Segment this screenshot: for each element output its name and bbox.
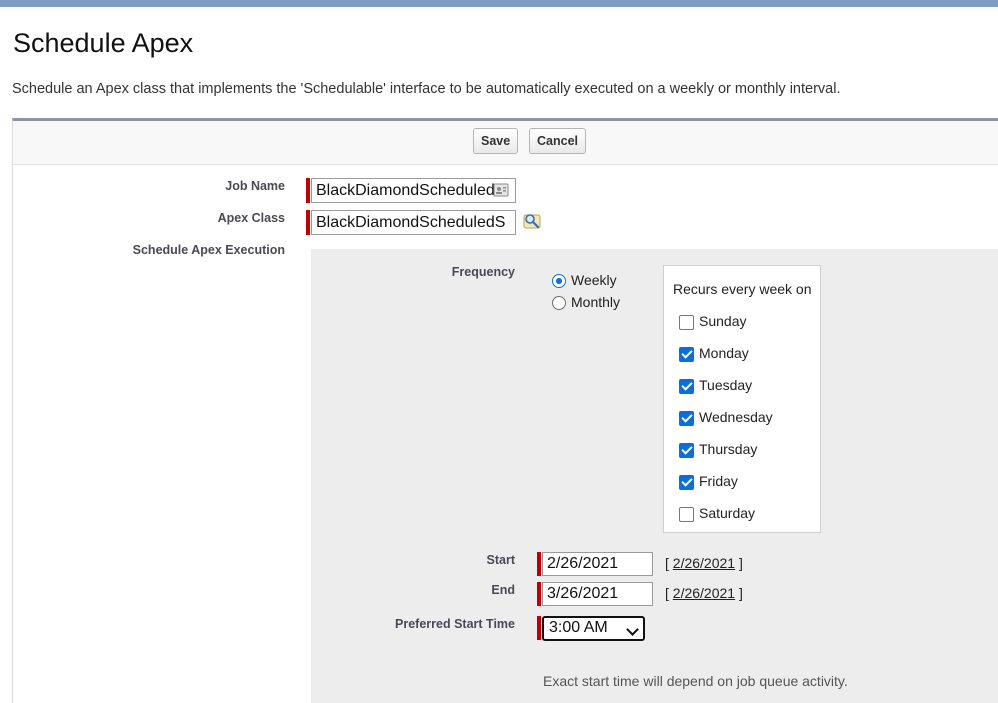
schedule-form-panel: Save Cancel Job Name Apex Class Schedule…	[12, 118, 998, 703]
apex-class-label: Apex Class	[217, 211, 285, 225]
frequency-weekly-radio[interactable]	[552, 274, 566, 288]
schedule-execution-label: Schedule Apex Execution	[132, 243, 285, 257]
frequency-weekly-label: Weekly	[571, 272, 617, 288]
bracket-open: [	[665, 585, 669, 601]
preferred-start-time-value: 3:00 AM	[549, 619, 608, 636]
end-today-link: [ 2/26/2021 ]	[665, 585, 743, 601]
preferred-start-time-label: Preferred Start Time	[395, 617, 515, 631]
bracket-close: ]	[738, 585, 743, 601]
page-title: Schedule Apex	[13, 28, 194, 58]
bracket-close: ]	[738, 555, 743, 571]
queue-note: Exact start time will depend on job queu…	[543, 673, 848, 689]
end-date-link[interactable]: 2/26/2021	[673, 585, 735, 601]
magnifier-lookup-icon[interactable]	[522, 212, 542, 230]
cancel-button[interactable]: Cancel	[529, 128, 586, 154]
frequency-monthly-radio[interactable]	[552, 296, 566, 310]
day-checkbox-sunday[interactable]	[679, 315, 694, 330]
frequency-label: Frequency	[451, 265, 515, 279]
day-label-saturday: Saturday	[699, 505, 756, 521]
frequency-monthly-label: Monthly	[571, 294, 621, 310]
start-today-link: [ 2/26/2021 ]	[665, 555, 743, 571]
required-indicator	[306, 210, 310, 235]
chevron-down-icon	[626, 623, 639, 636]
day-checkbox-wednesday[interactable]	[679, 411, 694, 426]
start-date-input[interactable]	[542, 552, 653, 576]
recurs-days-box: Recurs every week on Sunday Monday Tuesd…	[663, 265, 821, 533]
job-name-label: Job Name	[225, 179, 285, 193]
day-checkbox-saturday[interactable]	[679, 507, 694, 522]
schedule-options-section	[311, 249, 998, 703]
day-label-thursday: Thursday	[699, 441, 758, 457]
recurs-heading: Recurs every week on	[673, 281, 812, 297]
day-label-wednesday: Wednesday	[699, 409, 773, 425]
page-description: Schedule an Apex class that implements t…	[12, 81, 841, 97]
day-label-monday: Monday	[699, 345, 749, 361]
start-label: Start	[486, 553, 515, 567]
save-button[interactable]: Save	[473, 128, 519, 154]
end-label: End	[491, 583, 515, 597]
required-indicator	[537, 552, 541, 576]
required-indicator	[537, 582, 541, 606]
day-checkbox-thursday[interactable]	[679, 443, 694, 458]
required-indicator	[537, 616, 541, 640]
day-label-sunday: Sunday	[699, 313, 747, 329]
day-label-tuesday: Tuesday	[699, 377, 753, 393]
day-checkbox-friday[interactable]	[679, 475, 694, 490]
start-date-link[interactable]: 2/26/2021	[673, 555, 735, 571]
required-indicator	[306, 178, 310, 203]
day-checkbox-tuesday[interactable]	[679, 379, 694, 394]
end-date-input[interactable]	[542, 582, 653, 606]
bracket-open: [	[665, 555, 669, 571]
contact-card-icon[interactable]	[493, 182, 509, 198]
day-checkbox-monday[interactable]	[679, 347, 694, 362]
apex-class-input[interactable]	[311, 210, 516, 235]
preferred-start-time-select[interactable]: 3:00 AM	[542, 616, 645, 641]
job-name-input[interactable]	[311, 178, 516, 203]
button-bar: Save Cancel	[13, 121, 998, 165]
day-label-friday: Friday	[699, 473, 738, 489]
header-band	[0, 0, 998, 7]
